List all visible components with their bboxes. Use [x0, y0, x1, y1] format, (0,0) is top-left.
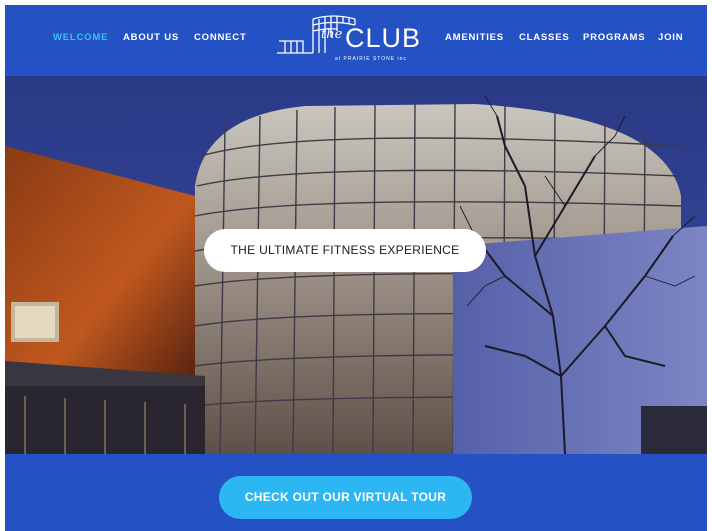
nav-welcome[interactable]: WELCOME — [53, 32, 108, 43]
logo-club-text: CLUB — [345, 23, 422, 53]
cta-section: CHECK OUT OUR VIRTUAL TOUR — [5, 454, 707, 531]
page-frame: WELCOME ABOUT US CONNECT the CLUB at PRA… — [5, 5, 707, 531]
nav-programs[interactable]: PROGRAMS — [583, 32, 645, 43]
logo-the-text: the — [321, 27, 343, 42]
top-navbar: WELCOME ABOUT US CONNECT the CLUB at PRA… — [5, 5, 707, 76]
nav-amenities[interactable]: AMENITIES — [445, 32, 504, 43]
hero-tagline: THE ULTIMATE FITNESS EXPERIENCE — [204, 229, 486, 272]
hero-banner: THE ULTIMATE FITNESS EXPERIENCE — [5, 76, 707, 454]
virtual-tour-button[interactable]: CHECK OUT OUR VIRTUAL TOUR — [219, 476, 472, 519]
nav-join[interactable]: JOIN — [658, 32, 683, 43]
nav-classes[interactable]: CLASSES — [519, 32, 569, 43]
nav-about-us[interactable]: ABOUT US — [123, 32, 179, 43]
nav-connect[interactable]: CONNECT — [194, 32, 247, 43]
logo-subtitle: at PRAIRIE STONE inc — [335, 56, 407, 62]
club-logo[interactable]: the CLUB at PRAIRIE STONE inc — [275, 11, 420, 69]
